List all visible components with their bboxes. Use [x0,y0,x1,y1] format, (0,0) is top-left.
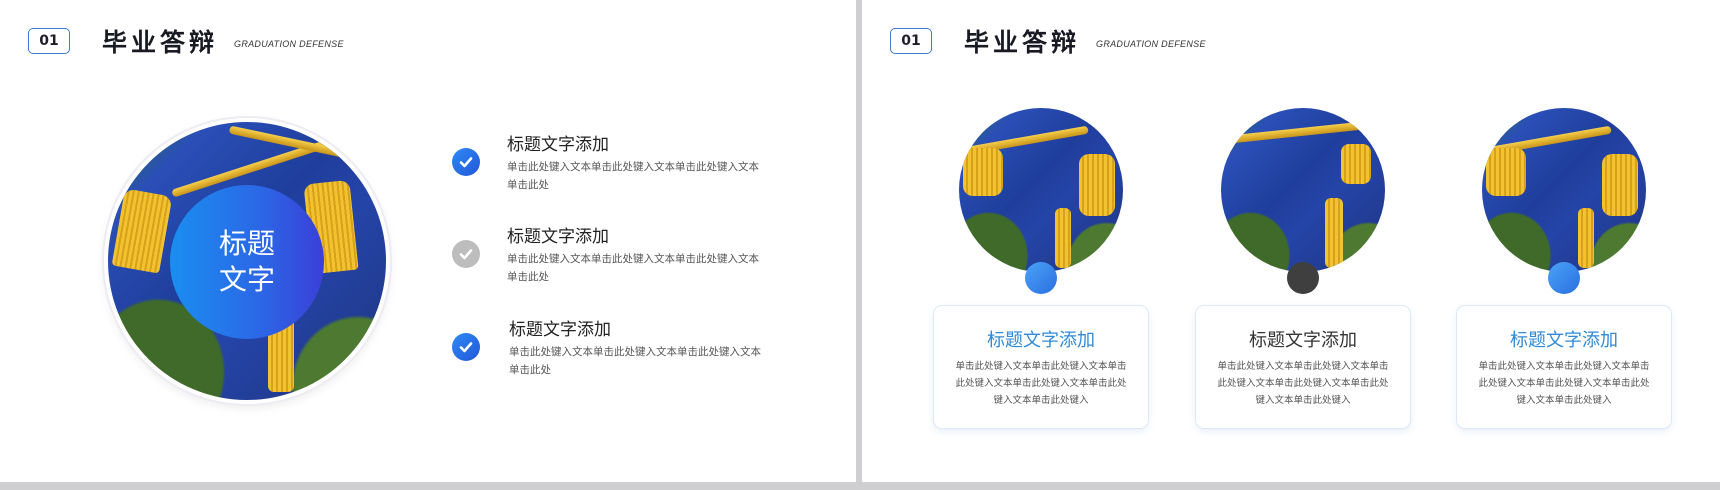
info-card: 标题文字添加 单击此处键入文本单击此处键入文本单击此处键入文本单击此处键入文本单… [934,306,1148,428]
graduation-cap-photo [1482,108,1646,272]
indicator-dot [1025,262,1057,294]
slide-header: 01 毕业答辩 GRADUATION DEFENSE [890,26,1206,57]
check-icon [452,148,480,176]
item-text: 单击此处键入文本单击此处键入文本单击此处键入文本单击此处 [507,253,759,283]
graduation-cap-photo [1221,108,1385,272]
header-subtitle: GRADUATION DEFENSE [1096,39,1206,49]
check-icon [452,333,480,361]
section-number: 01 [28,28,70,54]
section-number: 01 [890,28,932,54]
indicator-dot [1548,262,1580,294]
header-title: 毕业答辩 [102,28,219,57]
card-title: 标题文字添加 [987,330,1095,351]
badge-line-1: 标题 [218,227,275,260]
graduation-cap-photo [959,108,1123,272]
slide-right[interactable]: 01 毕业答辩 GRADUATION DEFENSE 标题文字添加 单击此处键入… [862,0,1720,482]
item-text: 单击此处键入文本单击此处键入文本单击此处键入文本单击此处 [509,346,761,376]
badge-line-2: 文字 [218,263,275,296]
item-title: 标题文字添加 [507,135,609,155]
check-icon [452,240,480,268]
card-title: 标题文字添加 [1249,330,1357,351]
item-text: 单击此处键入文本单击此处键入文本单击此处键入文本单击此处 [507,161,759,191]
item-title: 标题文字添加 [507,227,609,247]
info-card: 标题文字添加 单击此处键入文本单击此处键入文本单击此处键入文本单击此处键入文本单… [1196,306,1410,428]
header-subtitle: GRADUATION DEFENSE [234,39,344,49]
header-title: 毕业答辩 [964,28,1081,57]
card-text: 单击此处键入文本单击此处键入文本单击此处键入文本单击此处键入文本单击此处键入文本… [1217,361,1389,406]
slide-left[interactable]: 01 毕业答辩 GRADUATION DEFENSE 标题 文字 标题文字添加 … [0,0,856,482]
info-card: 标题文字添加 单击此处键入文本单击此处键入文本单击此处键入文本单击此处键入文本单… [1457,306,1671,428]
item-title: 标题文字添加 [509,320,611,340]
title-badge: 标题 文字 [170,185,324,339]
card-title: 标题文字添加 [1510,330,1618,351]
indicator-dot [1287,262,1319,294]
card-text: 单击此处键入文本单击此处键入文本单击此处键入文本单击此处键入文本单击此处键入文本… [1478,361,1650,406]
slide-header: 01 毕业答辩 GRADUATION DEFENSE [28,26,344,57]
card-text: 单击此处键入文本单击此处键入文本单击此处键入文本单击此处键入文本单击此处键入文本… [955,361,1127,406]
